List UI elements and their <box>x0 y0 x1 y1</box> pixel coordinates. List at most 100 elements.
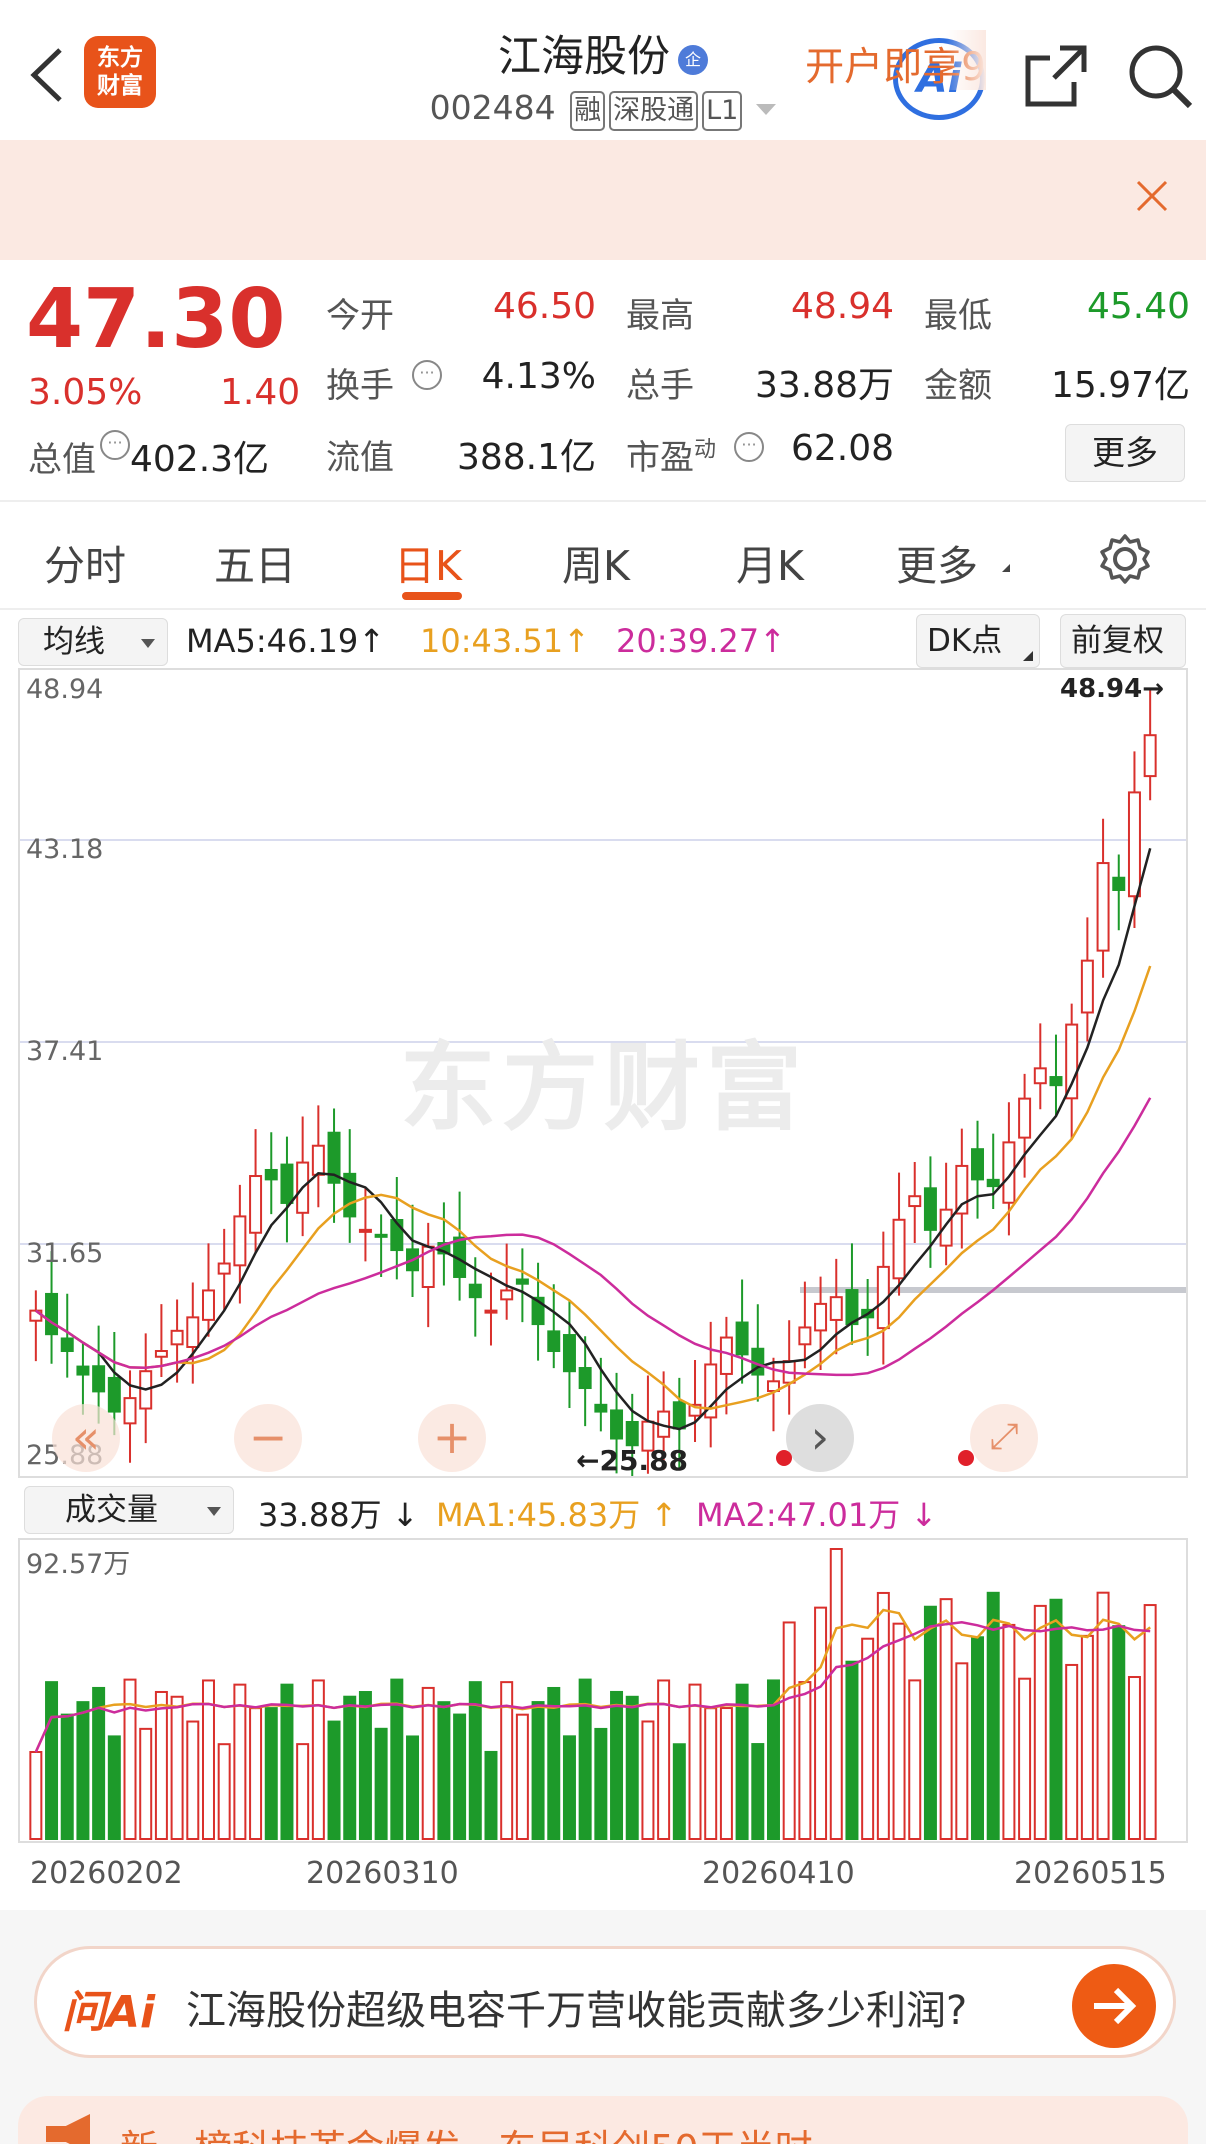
candle-body <box>186 1316 200 1348</box>
y-label: 43.18 <box>26 834 104 865</box>
candle-body <box>562 1334 576 1373</box>
divider <box>0 608 1206 610</box>
volume-bar <box>45 1681 59 1840</box>
date-label: 20260410 <box>702 1856 855 1891</box>
candle-body <box>107 1376 121 1413</box>
scroll-right-button[interactable]: › <box>786 1404 854 1472</box>
volume-chart[interactable] <box>18 1538 1188 1843</box>
stock-name: 江海股份 <box>498 32 670 82</box>
quote-label: 流值 <box>326 438 394 478</box>
zoom-in-button[interactable]: + <box>418 1404 486 1472</box>
candle-body <box>170 1329 184 1346</box>
ma20-value: 20:39.27↑ <box>616 622 786 660</box>
volume-bar <box>437 1701 451 1840</box>
volume-bar <box>264 1707 278 1840</box>
quote-value: 4.13% <box>481 356 596 397</box>
candle-body <box>233 1215 247 1267</box>
low-marker: ←25.88 <box>576 1444 689 1477</box>
volume-bar <box>547 1686 561 1840</box>
volume-select[interactable]: 成交量 <box>24 1486 234 1534</box>
candle-body <box>217 1262 231 1275</box>
quote-label: 今开 <box>326 296 394 336</box>
settings-icon[interactable] <box>1096 530 1154 588</box>
volume-bar <box>1002 1623 1016 1840</box>
quote-label: 总手 <box>626 366 694 406</box>
quote-value: 45.40 <box>1086 286 1190 327</box>
app-logo: 东方 财富 <box>84 36 156 108</box>
active-tab-underline <box>402 592 462 600</box>
volume-bar <box>1049 1598 1063 1841</box>
enterprise-badge: 企 <box>678 44 708 75</box>
volume-bar <box>484 1750 498 1840</box>
total-value: 总值 ··· 402.3亿 <box>28 430 269 482</box>
corner-triangle-icon <box>1023 651 1033 661</box>
share-icon[interactable] <box>1020 40 1092 112</box>
candle-body <box>547 1330 561 1353</box>
candle-body <box>578 1367 592 1390</box>
volume-bar <box>515 1713 529 1840</box>
close-icon[interactable] <box>1132 176 1172 216</box>
candle-body <box>92 1365 106 1393</box>
volume-bar <box>186 1720 200 1840</box>
more-info-icon[interactable]: ··· <box>412 360 442 390</box>
volume-bar <box>139 1727 153 1840</box>
volume-bar <box>343 1695 357 1840</box>
volume-value: 33.88万 ↓ <box>258 1496 419 1534</box>
more-button[interactable]: 更多 <box>1065 424 1185 482</box>
quote-label: 市盈动 <box>626 437 717 478</box>
stock-code-line[interactable]: 002484 融深股通 L1 <box>380 88 826 131</box>
search-icon[interactable] <box>1124 40 1196 112</box>
volume-bar <box>625 1695 639 1840</box>
volume-bar <box>939 1598 953 1841</box>
volume-bar <box>1080 1634 1094 1840</box>
volume-bar <box>296 1743 310 1840</box>
tab-0[interactable]: 分时 <box>44 532 126 592</box>
tab-4[interactable]: 月K <box>736 532 804 592</box>
tab-1[interactable]: 五日 <box>214 532 296 592</box>
y-label: 37.41 <box>26 1036 104 1067</box>
volume-bar <box>29 1751 43 1840</box>
volume-bar <box>672 1743 686 1840</box>
tab-3[interactable]: 周K <box>562 532 630 592</box>
divider <box>0 500 1206 502</box>
scroll-left-button[interactable]: « <box>52 1404 120 1472</box>
volume-bar <box>719 1707 733 1840</box>
adjust-button[interactable]: 前复权 <box>1060 614 1186 668</box>
candle-body <box>672 1401 686 1430</box>
quote-label: 最高 <box>626 296 694 336</box>
candle-body <box>986 1178 1000 1188</box>
volume-bar <box>217 1743 231 1841</box>
back-icon[interactable] <box>22 44 72 106</box>
dk-point-button[interactable]: DK点 <box>916 614 1040 668</box>
candle-body <box>610 1409 624 1440</box>
promo-banner[interactable] <box>0 140 1206 260</box>
change-percent: 3.05% <box>28 372 143 413</box>
volume-bar <box>76 1701 90 1840</box>
candle-body <box>845 1289 859 1326</box>
volume-bar <box>814 1606 828 1841</box>
volume-bar <box>249 1707 263 1840</box>
more-info-icon[interactable]: ··· <box>100 430 130 460</box>
volume-bar <box>92 1686 106 1840</box>
ask-submit-button[interactable] <box>1072 1964 1156 2048</box>
candle-body <box>264 1168 278 1181</box>
tag-margin: 融 <box>570 91 606 131</box>
fullscreen-icon[interactable]: ⤢ <box>970 1404 1038 1472</box>
volume-bar <box>971 1636 985 1840</box>
candle-body <box>249 1175 263 1234</box>
tab-5[interactable]: 更多 <box>896 532 978 592</box>
promo-fade <box>946 30 986 90</box>
volume-bar <box>892 1622 906 1840</box>
more-info-icon[interactable]: ··· <box>734 432 764 462</box>
tab-2[interactable]: 日K <box>394 532 462 592</box>
volume-max-label: 92.57万 <box>26 1549 131 1580</box>
ask-question[interactable]: 江海股份超级电容千万营收能贡献多少利润? <box>186 1978 967 2036</box>
volume-bar <box>1127 1676 1141 1840</box>
indicator-select[interactable]: 均线 <box>18 618 168 666</box>
candle-body <box>500 1289 514 1301</box>
candle-body <box>60 1337 74 1353</box>
volume-bar <box>688 1683 702 1840</box>
zoom-out-button[interactable]: − <box>234 1404 302 1472</box>
candle-body <box>1143 734 1157 778</box>
volume-bar <box>154 1690 168 1840</box>
